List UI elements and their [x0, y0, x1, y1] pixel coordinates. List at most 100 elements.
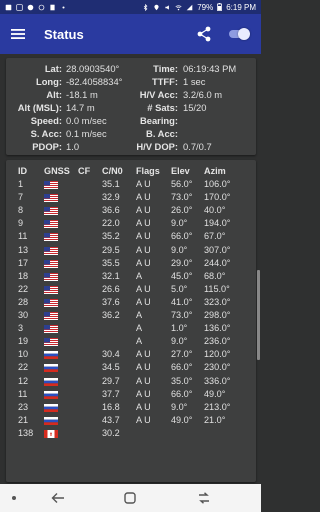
location-card: Lat: 28.0903540° Time: 06:19:43 PM Long:… — [6, 58, 256, 155]
sat-flags: A — [136, 323, 143, 334]
us-flag-icon — [44, 325, 58, 334]
col-header-gnss: GNSS — [44, 166, 70, 176]
sat-id: 3 — [18, 323, 24, 334]
sat-flags: A — [136, 270, 143, 281]
sat-elev: 9.0° — [171, 401, 188, 412]
sat-elev: 41.0° — [171, 296, 193, 307]
col-header-elev: Elev — [171, 166, 190, 176]
col-header-cn0: C/N0 — [102, 166, 123, 176]
satellite-row: 28 37.6 A U 41.0° 323.0° — [6, 297, 256, 309]
sat-cn0: 30.2 — [102, 427, 120, 438]
sat-flags: A — [136, 310, 143, 320]
menu-button[interactable] — [10, 26, 26, 42]
us-flag-icon — [44, 338, 58, 347]
speed-label: Speed: — [30, 115, 62, 126]
satellite-row: 17 35.5 A U 29.0° 244.0° — [6, 258, 256, 270]
system-status: 79% 6:19 PM — [142, 3, 256, 12]
notification-icon — [27, 4, 34, 10]
notification-icon — [50, 4, 55, 10]
sats-value: 15/20 — [183, 102, 207, 113]
location-row: Alt: -18.1 m H/V Acc: 3.2/6.0 m — [6, 89, 256, 101]
sat-cn0: 36.6 — [102, 205, 120, 216]
sat-id: 8 — [18, 205, 24, 216]
location-row: Lat: 28.0903540° Time: 06:19:43 PM — [6, 63, 256, 75]
location-row: S. Acc: 0.1 m/sec B. Acc: — [6, 128, 256, 140]
signal-icon — [186, 4, 193, 10]
tracking-toggle[interactable] — [227, 27, 251, 41]
dot-icon — [12, 496, 16, 500]
sat-cn0: 16.8 — [102, 401, 120, 412]
sat-cn0: 26.6 — [102, 283, 120, 294]
navigation-bar — [0, 484, 261, 512]
sat-id: 12 — [18, 375, 29, 386]
sat-id: 22 — [18, 362, 29, 373]
us-flag-icon — [44, 220, 58, 229]
sat-azim: 106.0° — [204, 179, 231, 189]
sat-id: 30 — [18, 310, 29, 320]
us-flag-icon — [44, 246, 58, 255]
sat-cn0: 35.5 — [102, 257, 120, 268]
us-flag-icon — [44, 207, 58, 216]
sat-azim: 170.0° — [204, 192, 231, 203]
sat-flags: A U — [136, 231, 151, 242]
ttff-label: TTFF: — [151, 76, 178, 87]
share-button[interactable] — [196, 26, 212, 42]
alt-msl-value: 14.7 m — [66, 102, 95, 113]
sat-elev: 1.0° — [171, 323, 188, 334]
col-header-id: ID — [18, 166, 28, 176]
sat-elev: 73.0° — [171, 192, 193, 203]
us-flag-icon — [44, 298, 58, 307]
sat-flags: A U — [136, 218, 151, 229]
recents-button[interactable] — [196, 490, 212, 506]
sat-azim: 40.0° — [204, 205, 226, 216]
lat-label: Lat: — [44, 63, 62, 74]
page-title: Status — [44, 26, 84, 42]
sat-flags: A U — [136, 375, 151, 386]
toggle-thumb — [238, 28, 250, 40]
sat-azim: 307.0° — [204, 244, 231, 255]
sat-azim: 323.0° — [204, 296, 231, 307]
sat-azim: 236.0° — [204, 336, 231, 347]
sat-elev: 9.0° — [171, 218, 188, 229]
sat-cn0: 37.6 — [102, 296, 120, 307]
satellite-card: ID GNSS CF C/N0 Flags Elev Azim 1 35.1 A U… — [6, 160, 256, 482]
back-button[interactable] — [50, 490, 66, 506]
home-button[interactable] — [122, 490, 138, 506]
satellite-row: 21 43.7 A U 49.0° 21.0° — [6, 415, 256, 427]
col-header-cf: CF — [78, 166, 91, 176]
nav-dot-button[interactable] — [6, 490, 22, 506]
sat-flags: A U — [136, 401, 151, 412]
sat-cn0: 43.7 — [102, 414, 120, 425]
sat-azim: 67.0° — [204, 231, 226, 242]
alt-label: Alt: — [46, 89, 62, 100]
menu-icon — [11, 29, 25, 39]
sat-elev: 56.0° — [171, 179, 193, 189]
location-row: Long: -82.4058834° TTFF: 1 sec — [6, 76, 256, 88]
hv-dop-label: H/V DOP: — [136, 141, 178, 152]
satellite-row: 23 16.8 A U 9.0° 213.0° — [6, 402, 256, 414]
home-icon — [124, 492, 136, 504]
sat-elev: 5.0° — [171, 283, 188, 294]
russia-flag-icon — [44, 351, 58, 360]
russia-flag-icon — [44, 416, 58, 425]
sat-flags: A U — [136, 388, 151, 399]
wifi-icon — [175, 4, 182, 10]
sat-flags: A U — [136, 362, 151, 373]
pdop-value: 1.0 — [66, 141, 80, 152]
satellite-row: 10 30.4 A U 27.0° 120.0° — [6, 349, 256, 361]
sat-elev: 27.0° — [171, 349, 193, 360]
sat-cn0: 22.0 — [102, 218, 120, 229]
sat-azim: 336.0° — [204, 375, 231, 386]
sat-id: 23 — [18, 401, 29, 412]
satellite-row: 30 36.2 A 73.0° 298.0° — [6, 310, 256, 322]
satellite-row: 11 37.7 A U 66.0° 49.0° — [6, 389, 256, 401]
satellite-row: 1 35.1 A U 56.0° 106.0° — [6, 179, 256, 191]
satellite-row: 138 30.2 — [6, 428, 256, 440]
sat-id: 9 — [18, 218, 24, 229]
ttff-value: 1 sec — [183, 76, 206, 87]
russia-flag-icon — [44, 364, 58, 373]
scrollbar[interactable] — [257, 270, 260, 360]
sat-cn0: 34.5 — [102, 362, 120, 373]
notification-icons — [5, 3, 67, 11]
russia-flag-icon — [44, 377, 58, 386]
